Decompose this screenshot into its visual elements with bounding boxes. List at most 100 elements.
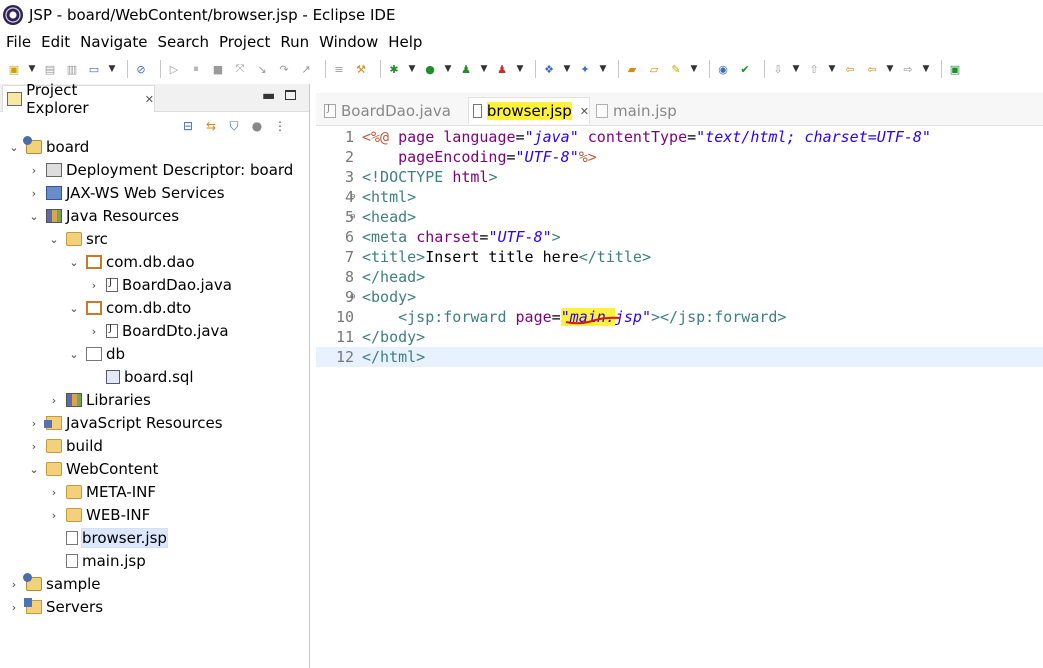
- collapse-all-icon[interactable]: ⊟: [180, 118, 196, 134]
- view-menu-icon[interactable]: ⋮: [272, 118, 288, 134]
- code-line[interactable]: 6 <meta charset="UTF-8">: [316, 227, 1043, 247]
- menu-window[interactable]: Window: [319, 33, 378, 51]
- maximize-button[interactable]: [285, 90, 296, 100]
- code-line[interactable]: 1 <%@ page language="java" contentType="t…: [316, 127, 1043, 147]
- fold-toggle-icon[interactable]: ⊖: [350, 287, 355, 307]
- build-icon[interactable]: ⚒: [353, 61, 369, 77]
- tree-item-javascript-resources[interactable]: › JavaScript Resources: [28, 412, 223, 434]
- code-line[interactable]: 11 </body>: [316, 327, 1043, 347]
- disconnect-icon[interactable]: ⤧: [232, 61, 248, 77]
- run-icon[interactable]: ●: [422, 61, 438, 77]
- code-line[interactable]: 9 ⊖ <body>: [316, 287, 1043, 307]
- resume-icon[interactable]: ▷: [166, 61, 182, 77]
- code-line[interactable]: 4 ⊖ <html>: [316, 187, 1043, 207]
- run-dropdown-icon[interactable]: ▼: [444, 61, 452, 77]
- tab-browser-jsp[interactable]: browser.jsp ✕: [468, 97, 590, 124]
- next-annotation-icon[interactable]: ⇩: [770, 61, 786, 77]
- tab-project-explorer[interactable]: Project Explorer ✕: [2, 81, 155, 117]
- forward-icon[interactable]: ⇨: [900, 61, 916, 77]
- tree-item-boarddao-java[interactable]: › BoardDao.java: [88, 274, 232, 296]
- previous-annotation-icon[interactable]: ⇧: [806, 61, 822, 77]
- debug-dropdown-icon[interactable]: ▼: [408, 61, 416, 77]
- external-tools-dropdown-icon[interactable]: ▼: [516, 61, 524, 77]
- code-line[interactable]: 8 </head>: [316, 267, 1043, 287]
- tree-item-db[interactable]: ⌄ db: [68, 343, 125, 365]
- tree-item-sample[interactable]: › sample: [8, 573, 101, 595]
- code-line[interactable]: 10 <jsp:forward page="main.jsp"></jsp:fo…: [316, 307, 1043, 327]
- forward-dropdown-icon[interactable]: ▼: [922, 61, 930, 77]
- tree-item-board[interactable]: ⌄ board: [8, 136, 89, 158]
- filter-icon[interactable]: ⛉: [226, 118, 242, 134]
- tree-item-servers[interactable]: › Servers: [8, 596, 103, 618]
- step-return-icon[interactable]: ↗: [298, 61, 314, 77]
- tree-item-deployment-descriptor-board[interactable]: › Deployment Descriptor: board: [28, 159, 294, 181]
- search-icon[interactable]: ✎: [668, 61, 684, 77]
- step-over-icon[interactable]: ↷: [276, 61, 292, 77]
- tree-item-src[interactable]: ⌄ src: [48, 228, 108, 250]
- tree-item-web-inf[interactable]: › WEB-INF: [48, 504, 151, 526]
- chevron-down-icon[interactable]: ⌄: [28, 463, 40, 476]
- menu-navigate[interactable]: Navigate: [80, 33, 147, 51]
- chevron-down-icon[interactable]: ⌄: [48, 233, 60, 246]
- open-task-icon[interactable]: ▱: [646, 61, 662, 77]
- chevron-down-icon[interactable]: ⌄: [68, 348, 80, 361]
- tree-item-java-resources[interactable]: ⌄ Java Resources: [28, 205, 179, 227]
- skip-breakpoints-icon[interactable]: ⊘: [133, 61, 149, 77]
- tree-item-com-db-dto[interactable]: ⌄ com.db.dto: [68, 297, 191, 319]
- menu-run[interactable]: Run: [280, 33, 309, 51]
- open-type-icon[interactable]: ▰: [624, 61, 640, 77]
- tree-item-meta-inf[interactable]: › META-INF: [48, 481, 156, 503]
- code-line[interactable]: 3 <!DOCTYPE html>: [316, 167, 1043, 187]
- new-server-dropdown-icon[interactable]: ▼: [563, 61, 571, 77]
- tab-main-jsp[interactable]: main.jsp: [596, 97, 677, 124]
- tree-item-boarddto-java[interactable]: › BoardDto.java: [88, 320, 229, 342]
- chevron-down-icon[interactable]: ⌄: [68, 256, 80, 269]
- annotation-icon[interactable]: ✔: [737, 61, 753, 77]
- link-with-editor-icon[interactable]: ⇆: [203, 118, 219, 134]
- open-perspective-icon[interactable]: ▣: [947, 61, 963, 77]
- chevron-right-icon[interactable]: ›: [28, 164, 40, 177]
- tab-boarddao-java[interactable]: BoardDao.java: [324, 97, 451, 124]
- chevron-down-icon[interactable]: ⌄: [8, 141, 20, 154]
- tree-item-board-sql[interactable]: board.sql: [88, 366, 194, 388]
- tree-item-browser-jsp[interactable]: browser.jsp: [48, 527, 168, 549]
- chevron-right-icon[interactable]: ›: [28, 440, 40, 453]
- tree-item-main-jsp[interactable]: main.jsp: [48, 550, 146, 572]
- code-line[interactable]: 5 ⊖ <head>: [316, 207, 1043, 227]
- menu-edit[interactable]: Edit: [41, 33, 70, 51]
- next-annotation-dropdown-icon[interactable]: ▼: [792, 61, 800, 77]
- chevron-right-icon[interactable]: ›: [48, 394, 60, 407]
- external-tools-icon[interactable]: ♟: [494, 61, 510, 77]
- close-icon[interactable]: ✕: [580, 105, 589, 118]
- chevron-right-icon[interactable]: ›: [28, 417, 40, 430]
- save-icon[interactable]: ▤: [42, 61, 58, 77]
- menu-search[interactable]: Search: [157, 33, 209, 51]
- tree-item-jax-ws-web-services[interactable]: › JAX-WS Web Services: [28, 182, 225, 204]
- chevron-right-icon[interactable]: ›: [88, 325, 100, 338]
- menu-help[interactable]: Help: [388, 33, 422, 51]
- chevron-down-icon[interactable]: ⌄: [28, 210, 40, 223]
- chevron-down-icon[interactable]: ⌄: [68, 302, 80, 315]
- back-dropdown-icon[interactable]: ▼: [886, 61, 894, 77]
- coverage-icon[interactable]: ♟: [458, 61, 474, 77]
- new-dropdown-icon[interactable]: ▼: [28, 61, 36, 77]
- terminal-icon[interactable]: ▭: [86, 61, 102, 77]
- debug-icon[interactable]: ✱: [386, 61, 402, 77]
- chevron-right-icon[interactable]: ›: [88, 279, 100, 292]
- tree-item-build[interactable]: › build: [28, 435, 103, 457]
- new-class-dropdown-icon[interactable]: ▼: [599, 61, 607, 77]
- tree-item-libraries[interactable]: › Libraries: [48, 389, 151, 411]
- previous-annotation-dropdown-icon[interactable]: ▼: [828, 61, 836, 77]
- chevron-right-icon[interactable]: ›: [48, 486, 60, 499]
- chevron-right-icon[interactable]: ›: [8, 578, 20, 591]
- new-class-icon[interactable]: ✦: [577, 61, 593, 77]
- back-icon[interactable]: ⇦: [864, 61, 880, 77]
- terminal-dropdown-icon[interactable]: ▼: [108, 61, 116, 77]
- step-into-icon[interactable]: ↘: [254, 61, 270, 77]
- last-edit-icon[interactable]: ⇦: [842, 61, 858, 77]
- search-dropdown-icon[interactable]: ▼: [690, 61, 698, 77]
- browser-icon[interactable]: ◉: [715, 61, 731, 77]
- chevron-right-icon[interactable]: ›: [28, 187, 40, 200]
- suspend-icon[interactable]: ⏸: [188, 61, 204, 77]
- code-line[interactable]: 7 <title>Insert title here</title>: [316, 247, 1043, 267]
